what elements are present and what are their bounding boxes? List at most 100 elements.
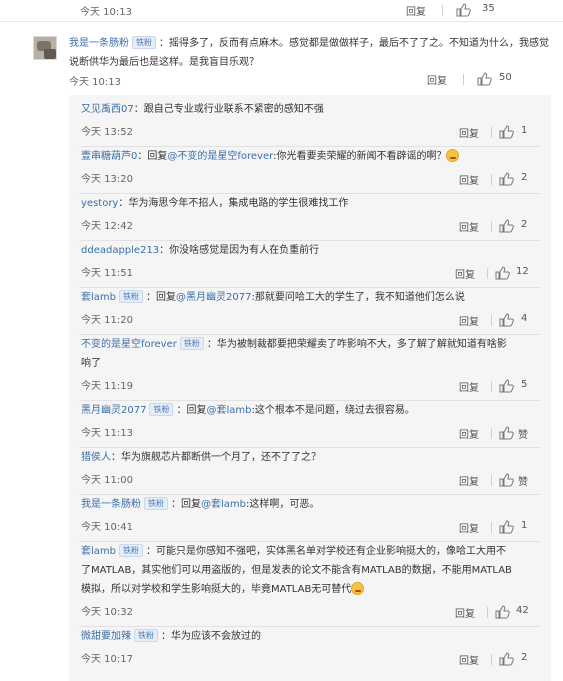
reply-actions: 回复 2 bbox=[69, 652, 551, 668]
like-count: 4 bbox=[521, 313, 528, 324]
divider bbox=[491, 315, 492, 326]
thumbs-up-icon[interactable] bbox=[456, 3, 471, 17]
username-link[interactable]: 套lamb bbox=[81, 292, 116, 303]
divider bbox=[491, 654, 492, 665]
reply-actions: 回复 5 bbox=[69, 379, 551, 395]
reply-item: 壹串糖葫芦0：回复@不变的是星空forever:你光看要卖荣耀的新闻不看辟谣的啊… bbox=[69, 147, 551, 194]
reply-actions: 回复 1 bbox=[69, 520, 551, 536]
reply-button[interactable]: 回复 bbox=[459, 426, 479, 441]
reply-item: 不变的是星空forever 铁粉 ：华为被制裁都要把荣耀卖了咋影响不大，多了解了解就… bbox=[69, 335, 551, 401]
reply-text: ：你没啥感觉是因为有人在负重前行 bbox=[159, 245, 320, 256]
like-count: 1 bbox=[521, 125, 528, 136]
mention-link[interactable]: @套lamb bbox=[206, 405, 251, 416]
username-link[interactable]: 我是一条肠粉 bbox=[81, 499, 141, 510]
divider bbox=[491, 428, 492, 439]
thumbs-up-icon[interactable] bbox=[499, 520, 514, 534]
thumbs-up-icon[interactable] bbox=[499, 379, 514, 393]
thumbs-up-icon[interactable] bbox=[499, 313, 514, 327]
comment-body: 我是一条肠粉 铁粉 ：摇得多了，反而有点麻木。感觉都是做做样子，最后不了了之。不知道… bbox=[69, 34, 551, 72]
thumbs-up-icon[interactable] bbox=[499, 652, 514, 666]
mention-link[interactable]: @套lamb bbox=[201, 499, 246, 510]
username-link[interactable]: 猎侯人 bbox=[81, 452, 111, 463]
reply-button[interactable]: 回复 bbox=[427, 72, 447, 87]
reply-button[interactable]: 回复 bbox=[459, 652, 479, 667]
reply-item: 套lamb 铁粉 ：可能只是你感知不强吧，实体黑名单对学校还有企业影响挺大的，像哈工… bbox=[69, 542, 551, 627]
divider bbox=[491, 522, 492, 533]
reply-button[interactable]: 回复 bbox=[459, 172, 479, 187]
reply-text: ：华为旗舰芯片都断供一个月了，还不了了之？ bbox=[111, 452, 321, 463]
like-count: 2 bbox=[521, 652, 528, 663]
fan-badge: 铁粉 bbox=[134, 629, 158, 642]
reply-text: :你光看要卖荣耀的新闻不看辟谣的啊？ bbox=[273, 151, 447, 162]
comment-thread: 今天 10:13 回复 35 我是一条肠粉 铁粉 ：摇得多了，反而有点麻木。感觉都是… bbox=[0, 0, 563, 681]
fan-badge: 铁粉 bbox=[119, 290, 143, 303]
reply-prefix: ：回复 bbox=[146, 292, 176, 303]
divider bbox=[487, 607, 488, 618]
reply-button[interactable]: 回复 bbox=[459, 219, 479, 234]
like-count: 1 bbox=[521, 520, 528, 531]
reply-text: ：可能只是你感知不强吧，实体黑名单对学校还有企业影响挺大的，像哈工大用不了MAT… bbox=[81, 546, 512, 595]
reply-actions: 回复 42 bbox=[69, 605, 551, 621]
reply-list: 又见禹西07：跟自己专业或行业联系不紧密的感知不强 今天 13:52 回复 1 … bbox=[69, 95, 551, 681]
username-link[interactable]: 壹串糖葫芦0 bbox=[81, 151, 137, 162]
thumbs-up-icon[interactable] bbox=[495, 605, 510, 619]
reply-button[interactable]: 回复 bbox=[459, 313, 479, 328]
reply-text: ：华为应该不会放过的 bbox=[161, 631, 261, 642]
thumbs-up-icon[interactable] bbox=[499, 172, 514, 186]
avatar[interactable] bbox=[33, 36, 57, 60]
reply-button[interactable]: 回复 bbox=[459, 520, 479, 535]
reply-item: 又见禹西07：跟自己专业或行业联系不紧密的感知不强 今天 13:52 回复 1 bbox=[69, 100, 551, 147]
mention-link[interactable]: @不变的是星空forever bbox=[167, 151, 273, 162]
reply-body: 壹串糖葫芦0：回复@不变的是星空forever:你光看要卖荣耀的新闻不看辟谣的啊… bbox=[81, 147, 501, 166]
previous-comment-actions: 回复 35 bbox=[406, 3, 526, 19]
thumbs-up-icon[interactable] bbox=[499, 426, 514, 440]
thumbs-up-icon[interactable] bbox=[477, 72, 492, 86]
reply-button[interactable]: 回复 bbox=[459, 125, 479, 140]
username-link[interactable]: ddeadapple213 bbox=[81, 245, 159, 256]
reply-body: ddeadapple213：你没啥感觉是因为有人在负重前行 bbox=[81, 241, 501, 260]
divider bbox=[491, 174, 492, 185]
username-link[interactable]: 不变的是星空forever bbox=[81, 339, 177, 350]
reply-button[interactable]: 回复 bbox=[459, 379, 479, 394]
reply-item: 黑月幽灵2077 铁粉 ：回复@套lamb:这个根本不是问题，绕过去很容易。 今天 … bbox=[69, 401, 551, 448]
reply-body: 黑月幽灵2077 铁粉 ：回复@套lamb:这个根本不是问题，绕过去很容易。 bbox=[81, 401, 501, 420]
main-comment-actions: 回复 50 bbox=[427, 72, 537, 88]
thumbs-up-icon[interactable] bbox=[495, 266, 510, 280]
divider bbox=[463, 74, 464, 85]
reply-button[interactable]: 回复 bbox=[455, 266, 475, 281]
username-link[interactable]: 我是一条肠粉 bbox=[69, 38, 129, 49]
reply-button[interactable]: 回复 bbox=[459, 473, 479, 488]
like-count: 35 bbox=[482, 3, 495, 14]
reply-body: 套lamb 铁粉 ：回复@黑月幽灵2077:那就要问哈工大的学生了，我不知道他们怎么… bbox=[81, 288, 501, 307]
reply-text: ：跟自己专业或行业联系不紧密的感知不强 bbox=[133, 104, 324, 115]
reply-body: yestory：华为海思今年不招人，集成电路的学生很难找工作 bbox=[81, 194, 501, 213]
reply-body: 我是一条肠粉 铁粉 ：回复@套lamb:这样啊，可恶。 bbox=[81, 495, 501, 514]
reply-body: 又见禹西07：跟自己专业或行业联系不紧密的感知不强 bbox=[81, 100, 501, 119]
like-count: 50 bbox=[499, 72, 512, 83]
reply-actions: 回复 1 bbox=[69, 125, 551, 141]
fan-badge: 铁粉 bbox=[149, 403, 174, 416]
username-link[interactable]: yestory bbox=[81, 198, 118, 209]
reply-item: yestory：华为海思今年不招人，集成电路的学生很难找工作 今天 12:42 … bbox=[69, 194, 551, 241]
reply-actions: 回复 赞 bbox=[69, 426, 551, 442]
reply-button[interactable]: 回复 bbox=[455, 605, 475, 620]
comment-time: 今天 10:13 bbox=[80, 7, 132, 18]
fan-badge: 铁粉 bbox=[144, 497, 168, 510]
like-count: 5 bbox=[521, 379, 528, 390]
main-comment: 我是一条肠粉 铁粉 ：摇得多了，反而有点麻木。感觉都是做做样子，最后不了了之。不知道… bbox=[0, 22, 563, 92]
reply-prefix: ：回复 bbox=[137, 151, 168, 162]
thumbs-up-icon[interactable] bbox=[499, 125, 514, 139]
reply-button[interactable]: 回复 bbox=[406, 3, 426, 18]
reply-text: :那就要问哈工大的学生了，我不知道他们怎么说 bbox=[251, 292, 465, 303]
username-link[interactable]: 又见禹西07 bbox=[81, 104, 134, 115]
username-link[interactable]: 黑月幽灵2077 bbox=[81, 405, 146, 416]
mention-link[interactable]: @黑月幽灵2077 bbox=[176, 292, 251, 303]
username-link[interactable]: 套lamb bbox=[81, 546, 116, 557]
reply-item: 猎侯人：华为旗舰芯片都断供一个月了，还不了了之？ 今天 11:00 回复 赞 bbox=[69, 448, 551, 495]
username-link[interactable]: 微甜要加辣 bbox=[81, 631, 131, 642]
thumbs-up-icon[interactable] bbox=[499, 473, 514, 487]
divider bbox=[491, 221, 492, 232]
reply-prefix: ：回复 bbox=[176, 405, 207, 416]
thumbs-up-icon[interactable] bbox=[499, 219, 514, 233]
divider bbox=[487, 268, 488, 279]
